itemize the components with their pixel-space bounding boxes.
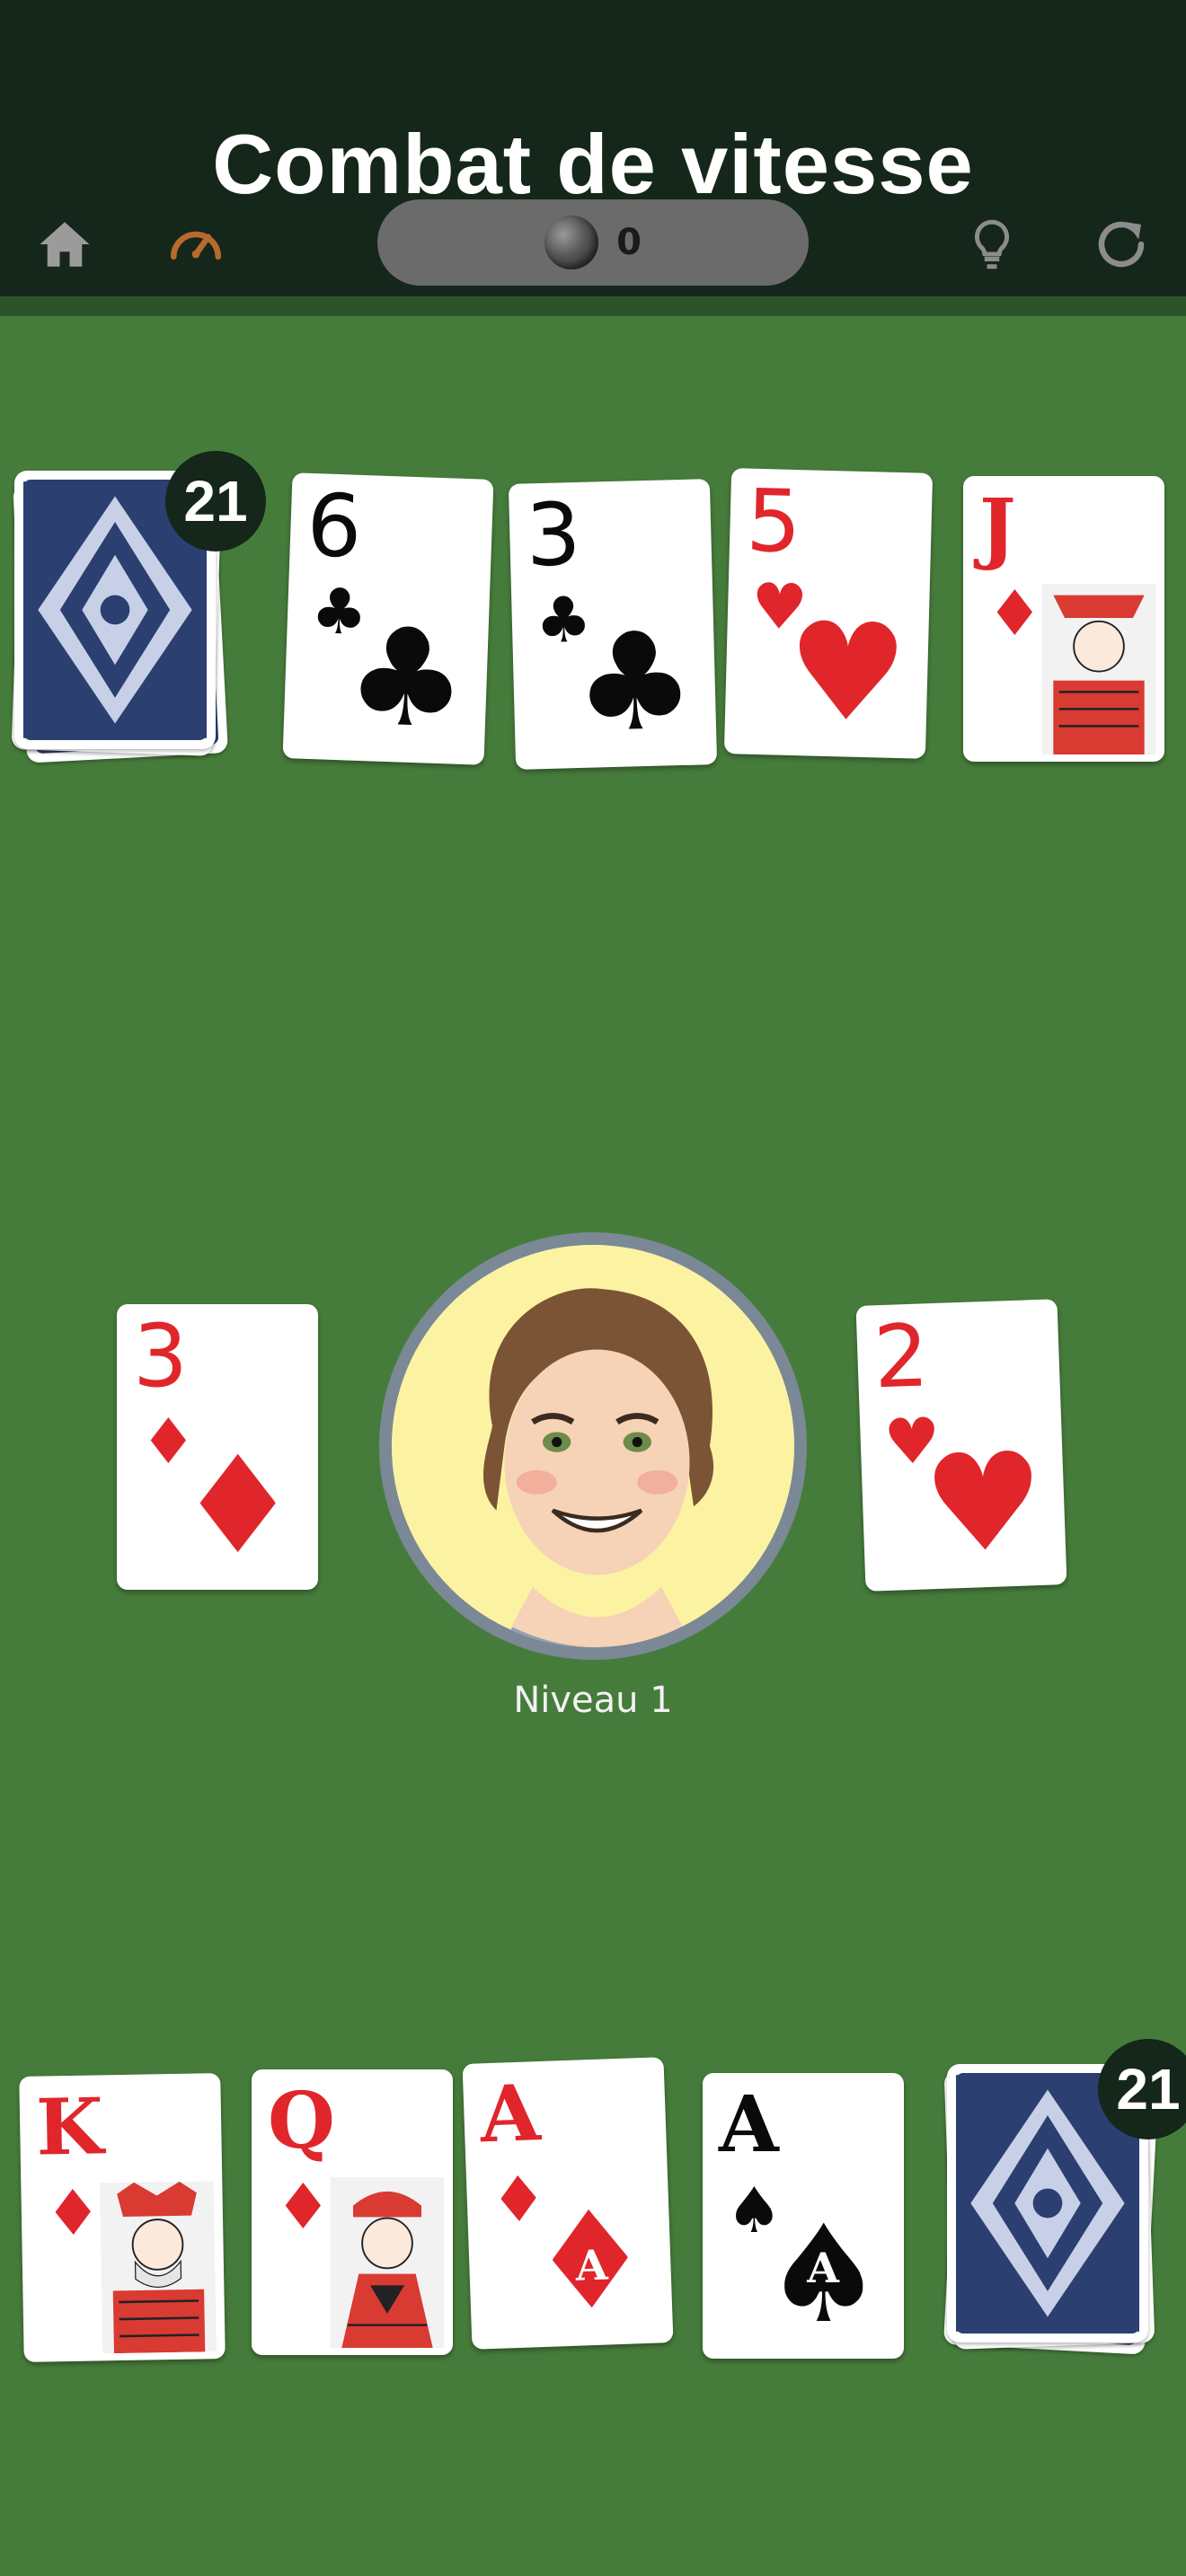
card-rank: 6 — [305, 474, 364, 578]
card-rank: 3 — [524, 483, 582, 587]
king-portrait-icon — [99, 2181, 217, 2354]
right-pile-card[interactable]: 2 ♥ ♥ — [855, 1299, 1067, 1592]
diamond-icon: ♦ — [275, 2170, 332, 2244]
jack-portrait-icon — [1041, 584, 1156, 754]
score-display: 0 — [377, 199, 809, 286]
diamond-icon: ♦ — [44, 2175, 102, 2251]
restart-button[interactable] — [1084, 207, 1159, 282]
card-rank: K — [35, 2081, 104, 2174]
opponent-avatar-frame — [379, 1232, 807, 1660]
avatar — [392, 1245, 794, 1647]
heart-icon: ♥ — [784, 593, 910, 754]
card-rank: 2 — [872, 1305, 931, 1408]
restart-icon — [1098, 221, 1145, 268]
ace-center-letter: A — [807, 2244, 839, 2292]
opponent-card-3-clubs[interactable]: 3 ♣ ♣ — [508, 479, 718, 770]
player-card-ace-diamonds[interactable]: A ♦ ♦ A — [462, 2057, 674, 2350]
player-card-ace-spades[interactable]: A ♠ ♠ A — [703, 2073, 904, 2359]
opponent-card-6-clubs[interactable]: 6 ♣ ♣ — [282, 472, 494, 765]
score-value: 0 — [616, 222, 642, 263]
opponent-level-label: Niveau 1 — [513, 1680, 673, 1721]
header-divider — [0, 296, 1186, 316]
left-pile-card[interactable]: 3 ♦ ♦ — [117, 1304, 318, 1590]
hint-button[interactable] — [954, 207, 1030, 282]
card-rank: Q — [268, 2076, 335, 2166]
coin-icon — [544, 216, 599, 269]
card-rank: A — [719, 2079, 779, 2170]
player-card-queen-diamonds[interactable]: Q ♦ — [252, 2069, 453, 2355]
lightbulb-icon — [974, 219, 1010, 269]
speed-button[interactable] — [158, 207, 234, 282]
queen-portrait-icon — [330, 2177, 445, 2348]
home-icon — [40, 222, 90, 267]
club-icon: ♣ — [571, 603, 697, 763]
opponent-card-5-hearts[interactable]: 5 ♥ ♥ — [723, 468, 934, 759]
opponent-deck-count: 21 — [165, 451, 266, 551]
smiling-woman-icon — [392, 1245, 794, 1647]
card-rank: A — [478, 2068, 542, 2161]
club-icon: ♣ — [343, 598, 470, 760]
card-rank: 3 — [133, 1306, 189, 1407]
diamond-icon: ♦ — [177, 1428, 298, 1584]
speedometer-icon — [170, 231, 222, 260]
home-button[interactable] — [27, 207, 102, 282]
player-card-king-diamonds[interactable]: K ♦ — [19, 2073, 226, 2362]
card-rank: 5 — [745, 470, 803, 573]
ace-center-letter: A — [574, 2240, 609, 2290]
diamond-icon: ♦ — [987, 577, 1043, 650]
heart-icon: ♥ — [920, 1423, 1048, 1584]
opponent-card-jack-diamonds[interactable]: J ♦ — [963, 476, 1164, 762]
card-rank: J — [979, 482, 1016, 573]
